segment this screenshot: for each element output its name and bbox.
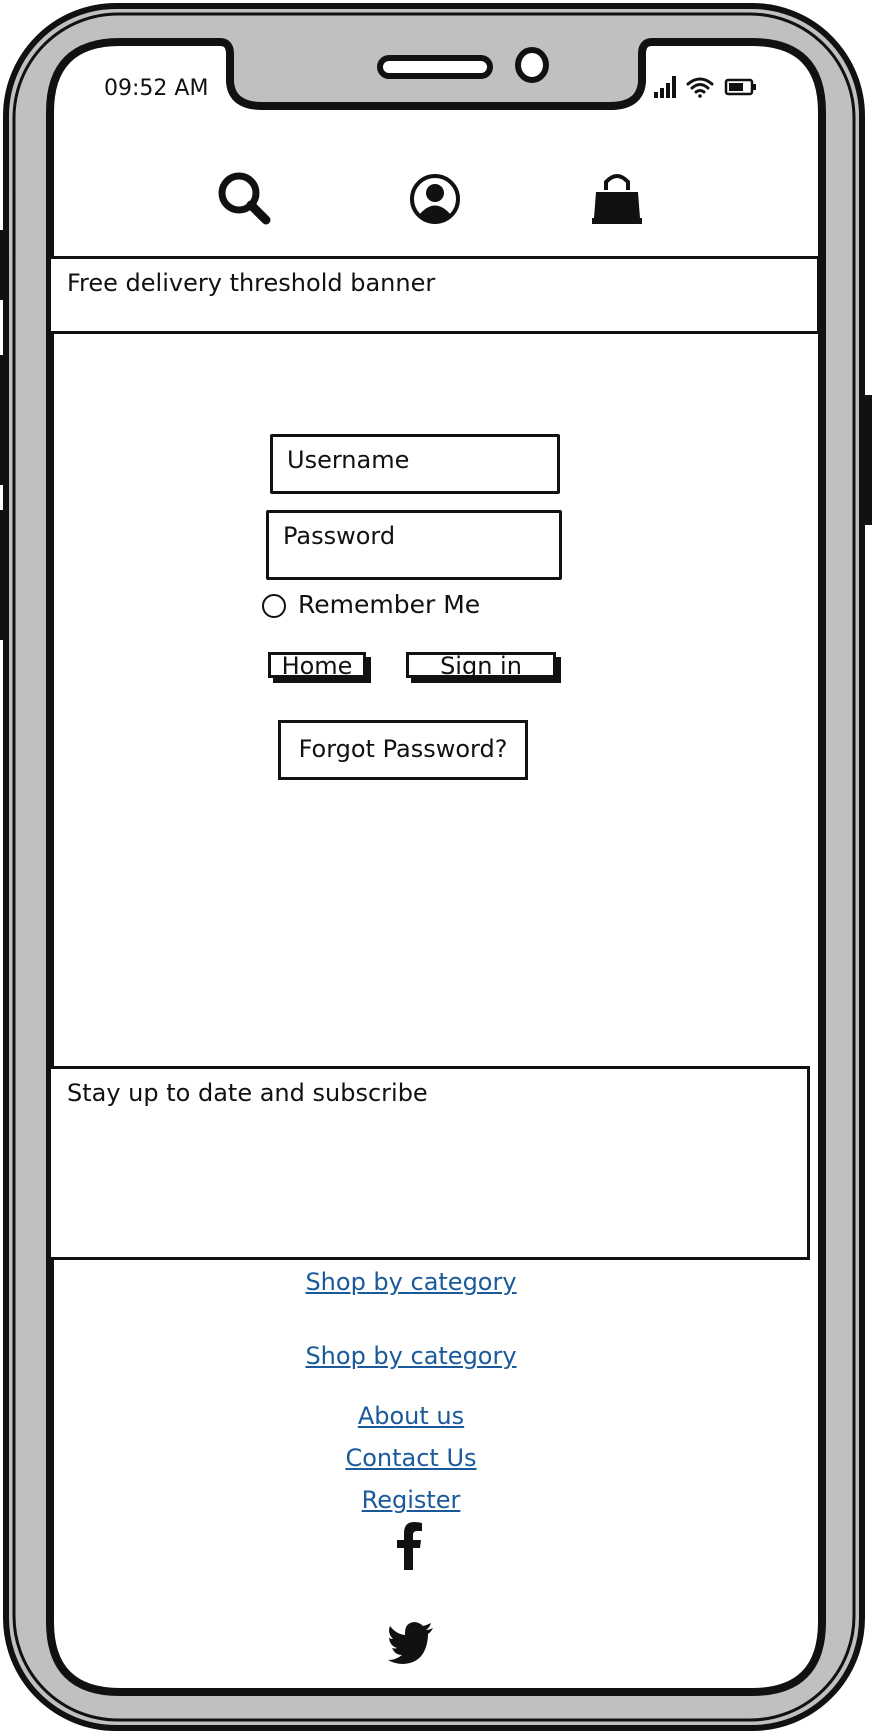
- shopping-bag-icon[interactable]: [586, 168, 648, 230]
- remember-me-label: Remember Me: [298, 590, 481, 619]
- battery-icon: [724, 78, 756, 96]
- footer-link-about-us[interactable]: About us: [0, 1400, 822, 1432]
- status-icons: [654, 76, 756, 98]
- delivery-banner: Free delivery threshold banner: [48, 256, 820, 334]
- account-icon[interactable]: [404, 168, 466, 230]
- status-time: 09:52 AM: [104, 76, 209, 101]
- remember-me-radio[interactable]: [262, 594, 286, 618]
- password-placeholder: Password: [283, 522, 396, 550]
- facebook-icon[interactable]: [394, 1522, 424, 1570]
- password-field[interactable]: Password: [266, 510, 562, 580]
- subscribe-text: Stay up to date and subscribe: [67, 1079, 428, 1107]
- twitter-icon[interactable]: [388, 1622, 434, 1664]
- forgot-password-button[interactable]: Forgot Password?: [278, 720, 528, 780]
- home-button[interactable]: Home: [268, 652, 366, 678]
- footer-link-contact-us[interactable]: Contact Us: [0, 1442, 822, 1474]
- signal-icon: [654, 76, 676, 98]
- search-icon[interactable]: [214, 168, 276, 230]
- banner-text: Free delivery threshold banner: [67, 269, 436, 297]
- subscribe-section: Stay up to date and subscribe: [48, 1066, 810, 1260]
- footer-link-register[interactable]: Register: [0, 1484, 822, 1516]
- sign-in-button[interactable]: Sign in: [406, 652, 556, 678]
- wifi-icon: [686, 77, 714, 98]
- username-placeholder: Username: [287, 446, 410, 474]
- username-field[interactable]: Username: [270, 434, 560, 494]
- footer-link-shop-by-category[interactable]: Shop by category: [0, 1266, 822, 1298]
- footer-link-shop-by-category-2[interactable]: Shop by category: [0, 1340, 822, 1372]
